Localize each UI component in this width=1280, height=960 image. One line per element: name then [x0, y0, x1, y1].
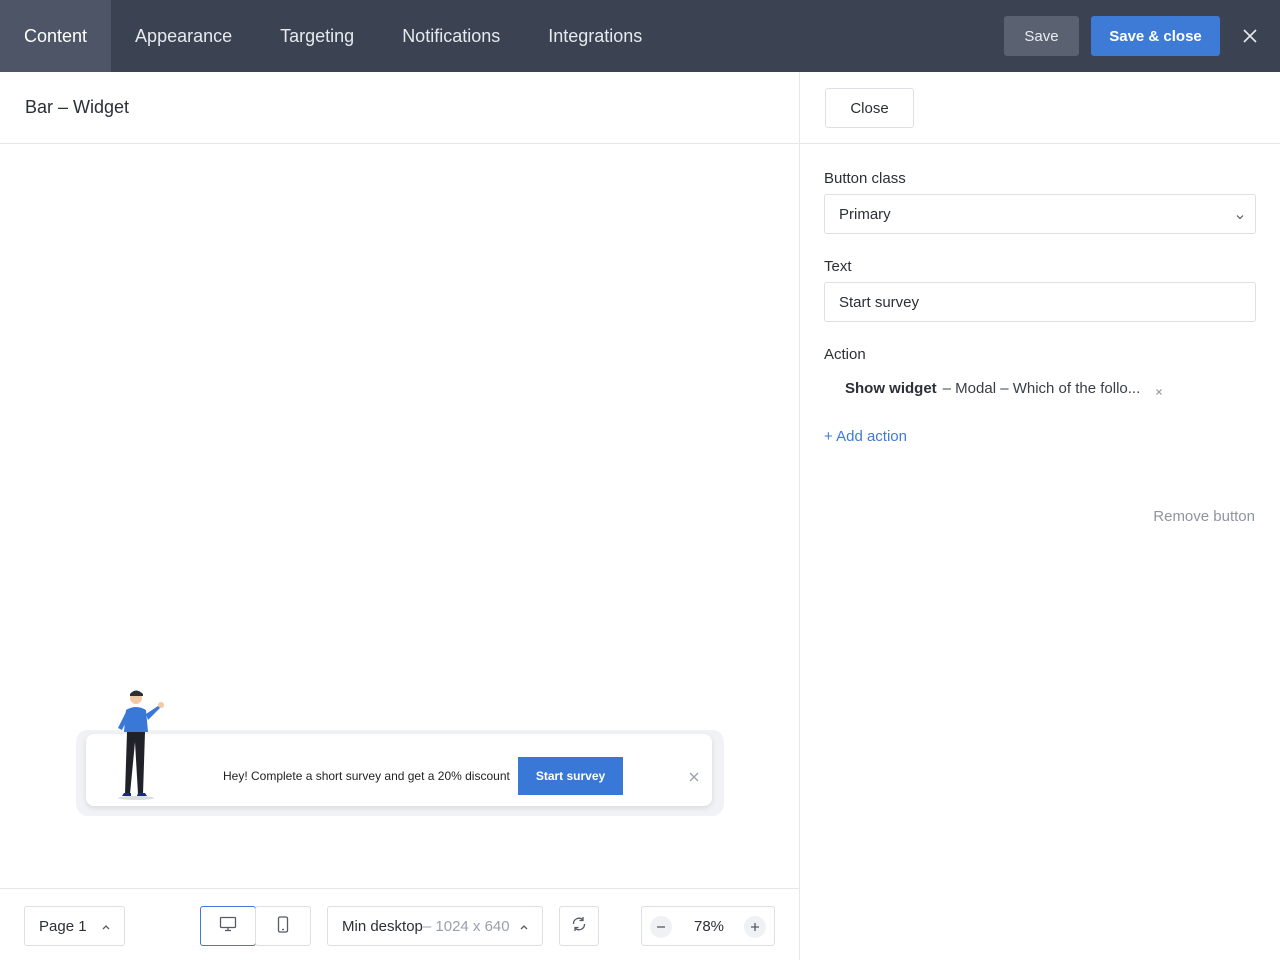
refresh-icon: [570, 915, 588, 937]
remove-button-link[interactable]: Remove button: [1153, 508, 1255, 525]
action-label: Action: [824, 346, 866, 363]
page-selector[interactable]: Page 1: [24, 906, 125, 946]
remove-action-icon[interactable]: [1154, 384, 1164, 395]
chevron-up-icon: [518, 920, 530, 932]
action-detail: – Modal – Which of the follo...: [942, 380, 1141, 397]
tab-appearance[interactable]: Appearance: [111, 0, 256, 72]
action-name: Show widget: [845, 380, 937, 397]
bottom-toolbar: Page 1 Min desktop – 1024 x 640 78%: [0, 888, 799, 960]
resolution-label: Min desktop: [342, 917, 423, 935]
chevron-up-icon: [100, 920, 112, 932]
button-class-value: Primary: [839, 205, 891, 223]
desktop-view-button[interactable]: [200, 906, 256, 946]
rotate-button[interactable]: [559, 906, 599, 946]
resolution-selector[interactable]: Min desktop – 1024 x 640: [327, 906, 543, 946]
properties-panel: Close Button class Primary Text Start su…: [800, 72, 1280, 960]
editor-area: Bar – Widget: [0, 72, 799, 960]
close-icon[interactable]: [1238, 24, 1262, 48]
button-class-select[interactable]: Primary: [824, 194, 1256, 234]
person-illustration: [110, 688, 166, 800]
resolution-value: – 1024 x 640: [422, 917, 510, 935]
desktop-icon: [219, 916, 237, 936]
tab-targeting[interactable]: Targeting: [256, 0, 378, 72]
chevron-down-icon: [1235, 209, 1245, 220]
mobile-icon: [277, 915, 289, 937]
button-class-label: Button class: [824, 170, 906, 187]
widget-preview: Hey! Complete a short survey and get a 2…: [74, 690, 724, 816]
zoom-control: 78%: [641, 906, 775, 946]
bar-message: Hey! Complete a short survey and get a 2…: [223, 769, 510, 783]
start-survey-button[interactable]: Start survey: [518, 757, 623, 795]
page-label: Page 1: [39, 917, 87, 935]
top-navigation: Content Appearance Targeting Notificatio…: [0, 0, 1280, 72]
close-icon[interactable]: [688, 770, 700, 782]
add-action-link[interactable]: + Add action: [824, 428, 907, 445]
zoom-in-button[interactable]: [744, 916, 766, 938]
tab-content[interactable]: Content: [0, 0, 112, 72]
close-panel-button[interactable]: Close: [825, 88, 914, 128]
button-text-value: Start survey: [839, 293, 920, 311]
save-button[interactable]: Save: [1004, 16, 1079, 56]
mobile-view-button[interactable]: [255, 906, 311, 946]
tab-integrations[interactable]: Integrations: [524, 0, 666, 72]
text-label: Text: [824, 258, 852, 275]
save-and-close-button[interactable]: Save & close: [1091, 16, 1220, 56]
action-item[interactable]: Show widget – Modal – Which of the follo…: [845, 380, 1164, 397]
button-text-input[interactable]: Start survey: [824, 282, 1256, 322]
editor-title: Bar – Widget: [0, 72, 799, 144]
panel-header: Close: [800, 72, 1280, 144]
top-actions: Save Save & close: [1004, 0, 1280, 72]
tab-notifications[interactable]: Notifications: [378, 0, 524, 72]
bar-widget[interactable]: Hey! Complete a short survey and get a 2…: [86, 734, 712, 806]
